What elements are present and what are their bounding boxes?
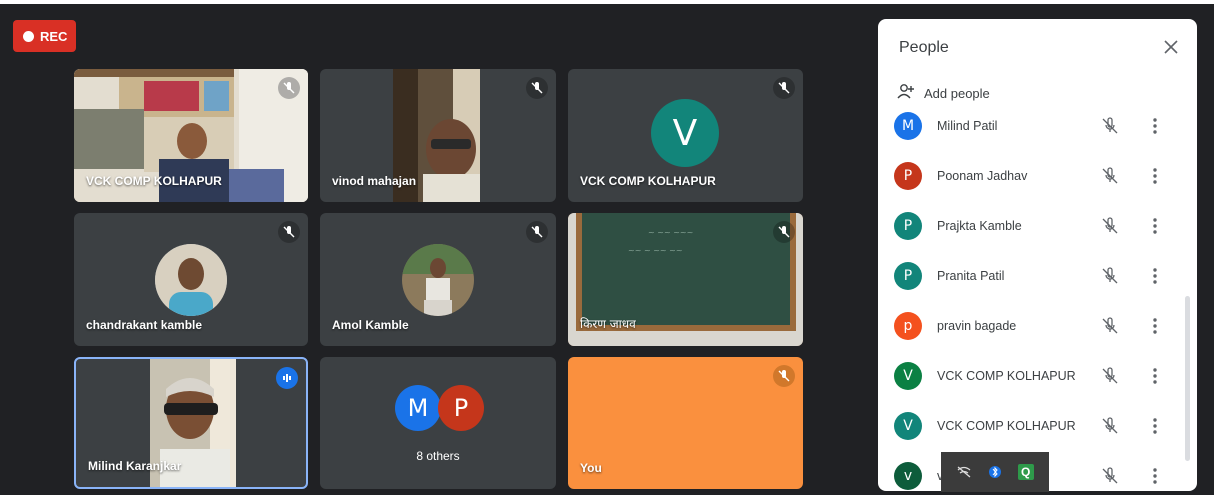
muted-mic-icon [278,77,300,99]
q-app-label: Q [1020,465,1031,479]
participant-avatar: M [894,112,922,140]
participant-tile-active[interactable]: Milind Karanjkar [74,357,308,489]
mic-off-icon[interactable] [1101,217,1119,235]
bluetooth-icon[interactable] [987,464,1003,480]
participant-name: Pranita Patil [937,269,1005,283]
record-dot-icon [23,30,34,42]
more-options-icon[interactable] [1152,167,1158,185]
participant-avatar: P [894,212,922,240]
muted-mic-icon [526,221,548,243]
recording-badge: REC [13,20,76,52]
more-options-icon[interactable] [1152,117,1158,135]
participant-row[interactable]: V VCK COMP KOLHAPUR [894,361,1184,391]
participant-name: VCK COMP KOLHAPUR [86,174,222,188]
participant-tile[interactable]: VCK COMP KOLHAPUR [74,69,308,202]
svg-text:~~ ~ ~~ ~~: ~~ ~ ~~ ~~ [628,246,683,255]
more-options-icon[interactable] [1152,267,1158,285]
add-person-icon [896,83,916,104]
participant-avatar: V [894,362,922,390]
participant-avatar: V [651,99,719,167]
mic-off-icon[interactable] [1101,367,1119,385]
others-count: 8 others [416,449,460,463]
participant-name: pravin bagade [937,319,1017,333]
panel-title: People [899,39,949,56]
participant-avatar: v [894,462,922,490]
avatar-initial: V [672,112,698,154]
avatar-initial: P [453,394,469,422]
participant-name: chandrakant kamble [86,318,203,332]
speaking-indicator-icon [276,367,298,389]
participant-avatar: P [894,262,922,290]
close-icon[interactable] [1161,37,1181,57]
muted-mic-icon [773,365,795,387]
muted-mic-icon [526,77,548,99]
participant-name: Milind Karanjkar [88,459,182,473]
mic-off-icon[interactable] [1101,317,1119,335]
wifi-off-icon[interactable] [956,464,972,480]
participant-avatar [155,244,227,316]
people-panel: People Add people M Milind Patil P Poonam J… [878,19,1197,491]
mic-off-icon[interactable] [1101,267,1119,285]
add-people-button[interactable]: Add people [896,83,990,104]
participant-name: VCK COMP KOLHAPUR [937,419,1076,433]
mic-off-icon[interactable] [1101,467,1119,485]
participant-row[interactable]: V VCK COMP KOLHAPUR [894,411,1184,441]
participant-avatar: p [894,312,922,340]
participant-avatar: V [894,412,922,440]
mic-off-icon[interactable] [1101,117,1119,135]
muted-mic-icon [773,77,795,99]
others-avatar-p: P [438,385,484,431]
top-edge [0,0,1214,4]
participant-name: You [580,461,602,475]
q-app-icon[interactable]: Q [1017,464,1034,480]
others-avatar-m: M [395,385,441,431]
self-tile[interactable]: You [568,357,803,489]
participant-row[interactable]: M Milind Patil [894,111,1184,141]
participant-tile[interactable]: V VCK COMP KOLHAPUR [568,69,803,202]
participant-tile[interactable]: chandrakant kamble [74,213,308,346]
others-tile[interactable]: M P 8 others [320,357,556,489]
panel-scrollbar[interactable] [1185,296,1190,461]
avatar-initial: M [407,394,429,422]
more-options-icon[interactable] [1152,217,1158,235]
more-options-icon[interactable] [1152,317,1158,335]
participant-tile[interactable]: ~ ~~ ~~~ ~~ ~ ~~ ~~ किरण जाधव [568,213,803,346]
svg-text:~ ~~ ~~~: ~ ~~ ~~~ [648,228,693,237]
participant-tile[interactable]: Amol Kamble [320,213,556,346]
more-options-icon[interactable] [1152,367,1158,385]
muted-mic-icon [278,221,300,243]
participant-avatar [402,244,474,316]
participant-name: Poonam Jadhav [937,169,1028,183]
participant-name: vinod mahajan [332,174,417,188]
participant-name: किरण जाधव [580,317,636,331]
more-options-icon[interactable] [1152,417,1158,435]
system-tray: Q [941,452,1049,492]
participant-name: Prajkta Kamble [937,219,1022,233]
add-people-label: Add people [924,86,990,101]
participant-name: VCK COMP KOLHAPUR [937,369,1076,383]
more-options-icon[interactable] [1152,467,1158,485]
mic-off-icon[interactable] [1101,167,1119,185]
participant-row[interactable]: P Pranita Patil [894,261,1184,291]
recording-label: REC [40,28,68,44]
participant-name: Amol Kamble [332,318,409,332]
participant-name: Milind Patil [937,119,998,133]
mic-off-icon[interactable] [1101,417,1119,435]
participant-row[interactable]: p pravin bagade [894,311,1184,341]
muted-mic-icon [773,221,795,243]
participant-name: VCK COMP KOLHAPUR [580,174,716,188]
participant-avatar: P [894,162,922,190]
participant-tile[interactable]: vinod mahajan [320,69,556,202]
participant-row[interactable]: P Prajkta Kamble [894,211,1184,241]
participant-row[interactable]: P Poonam Jadhav [894,161,1184,191]
